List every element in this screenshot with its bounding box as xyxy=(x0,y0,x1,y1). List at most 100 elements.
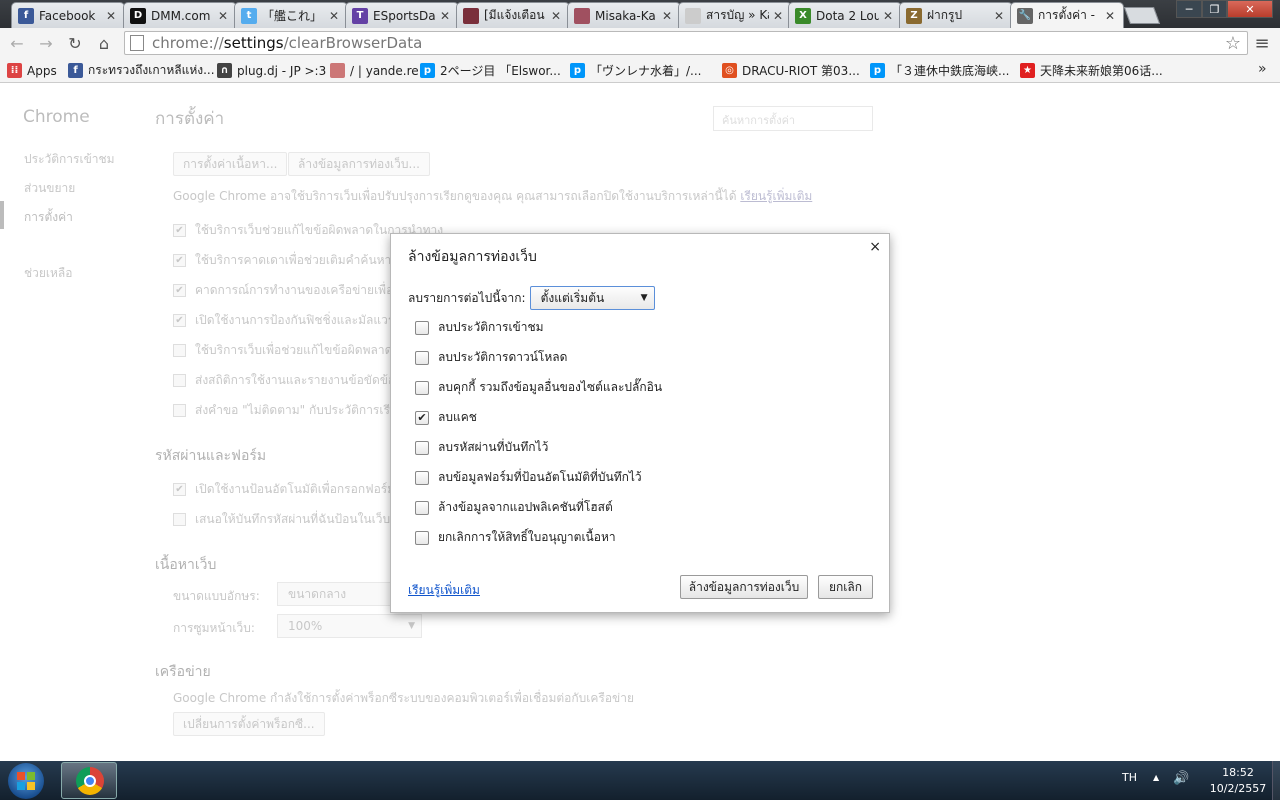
address-bar[interactable]: chrome://settings/clearBrowserData ☆ xyxy=(124,31,1248,55)
tab-close-icon[interactable]: ✕ xyxy=(994,9,1006,23)
tab-2[interactable]: D DMM.com ✕ xyxy=(123,2,237,28)
reload-button[interactable]: ↻ xyxy=(65,33,85,53)
tab-title: Facebook xyxy=(39,8,96,23)
page-icon xyxy=(685,7,701,24)
bookmark-item[interactable]: p 「ヴンレナ水着」/... xyxy=(570,62,702,79)
start-button[interactable] xyxy=(8,763,44,799)
tab-5[interactable]: [มีแจ้งเตือน ✕ xyxy=(456,2,570,28)
apps-grid-icon: ⁞⁞ xyxy=(7,63,22,78)
bookmark-item[interactable]: / | yande.re xyxy=(330,62,419,79)
dmm-icon: D xyxy=(130,7,146,24)
hamburger-menu-icon: ≡ xyxy=(1254,32,1270,54)
pixiv-icon: p xyxy=(420,63,435,78)
bookmark-item[interactable]: f กระทรวงถึงเกาหลีแห่ง... xyxy=(68,62,215,79)
dialog-close-icon[interactable]: × xyxy=(869,239,881,255)
tab-7[interactable]: สารบัญ » Ka ✕ xyxy=(678,2,792,28)
clear-option-label: ลบคุกกี้ รวมถึงข้อมูลอื่นของไซต์และปลั๊ก… xyxy=(438,380,663,394)
checkbox[interactable]: ✔ xyxy=(415,410,429,425)
bookmark-label: / | yande.re xyxy=(350,63,419,78)
bookmark-item[interactable]: ⁞⁞ Apps xyxy=(7,62,57,79)
wrench-icon: 🔧 xyxy=(1017,7,1033,24)
back-arrow-icon: ← xyxy=(10,33,24,53)
pixiv-icon: p xyxy=(870,63,885,78)
clock[interactable]: 18:52 10/2/2557 xyxy=(1203,766,1273,795)
tab-6[interactable]: Misaka-Ka ✕ xyxy=(567,2,681,28)
clear-option-label: ลบประวัติการเข้าชม xyxy=(438,320,544,334)
tab-close-icon[interactable]: ✕ xyxy=(329,9,341,23)
tab-close-icon[interactable]: ✕ xyxy=(662,9,674,23)
close-window-button[interactable]: ✕ xyxy=(1227,0,1273,18)
windows-logo-icon xyxy=(17,772,25,780)
bookmarks-overflow-chevron-icon[interactable]: » xyxy=(1258,61,1267,77)
clear-option-label: ยกเลิกการให้สิทธิ์ใบอนุญาตเนื้อหา xyxy=(438,530,616,544)
clear-option-row[interactable]: ยกเลิกการให้สิทธิ์ใบอนุญาตเนื้อหา xyxy=(415,528,616,547)
tab-close-icon[interactable]: ✕ xyxy=(106,9,118,23)
windows-logo-blue xyxy=(17,782,25,790)
time-range-label: ลบรายการต่อไปนี้จาก: xyxy=(408,290,526,305)
clear-option-label: ลบแคช xyxy=(438,410,477,424)
bookmark-item[interactable]: ∩ plug.dj - JP >:3 xyxy=(217,62,326,79)
tab-title: Dota 2 Lou xyxy=(816,8,879,23)
clear-option-row[interactable]: ลบข้อมูลฟอร์มที่ป้อนอัตโนมัติที่บันทึกไว… xyxy=(415,468,642,487)
tab-close-icon[interactable]: ✕ xyxy=(883,9,895,23)
image-host-icon: Z xyxy=(906,7,922,24)
tab-close-icon[interactable]: ✕ xyxy=(551,9,563,23)
bookmark-star-icon[interactable]: ☆ xyxy=(1225,33,1241,54)
page-icon xyxy=(130,35,144,51)
tray-overflow-icon[interactable]: ▲ xyxy=(1153,773,1159,782)
checkbox[interactable] xyxy=(415,500,429,515)
checkbox[interactable] xyxy=(415,470,429,485)
home-button[interactable]: ⌂ xyxy=(94,33,114,53)
chrome-logo-center xyxy=(84,775,96,787)
time-range-select[interactable]: ตั้งแต่เริ่มต้น ▼ xyxy=(529,286,655,310)
clear-option-label: ลบรหัสผ่านที่บันทึกไว้ xyxy=(438,440,549,454)
windows-logo-yellow xyxy=(27,782,35,790)
tab-4[interactable]: T ESportsDai ✕ xyxy=(345,2,459,28)
clear-option-row[interactable]: ✔ ลบแคช xyxy=(415,408,477,427)
show-desktop-button[interactable] xyxy=(1272,761,1280,800)
tab-9[interactable]: Z ฝากรูป ✕ xyxy=(899,2,1013,28)
maximize-button[interactable]: ❐ xyxy=(1202,0,1227,18)
tab-close-icon[interactable]: ✕ xyxy=(773,9,785,23)
checkbox[interactable] xyxy=(415,380,429,395)
tab-10[interactable]: 🔧 การตั้งค่า - ✕ xyxy=(1010,2,1124,28)
checkbox[interactable] xyxy=(415,530,429,545)
clear-option-row[interactable]: ล้างข้อมูลจากแอปพลิเคชันที่โฮสต์ xyxy=(415,498,613,517)
checkbox[interactable] xyxy=(415,320,429,335)
tab-close-icon[interactable]: ✕ xyxy=(1105,9,1117,23)
bookmark-item[interactable]: ◎ DRACU-RIOT 第03... xyxy=(722,62,860,79)
tab-close-icon[interactable]: ✕ xyxy=(218,9,230,23)
clear-option-row[interactable]: ลบประวัติการเข้าชม xyxy=(415,318,544,337)
avatar-icon xyxy=(574,7,590,24)
tab-title: DMM.com xyxy=(151,8,211,23)
bookmark-item[interactable]: p 「３連休中鉄底海峡... xyxy=(870,62,1009,79)
volume-icon[interactable]: 🔊 xyxy=(1173,771,1189,786)
checkbox[interactable] xyxy=(415,440,429,455)
clear-option-label: ลบข้อมูลฟอร์มที่ป้อนอัตโนมัติที่บันทึกไว… xyxy=(438,470,642,484)
clock-date: 10/2/2557 xyxy=(1209,782,1267,795)
minimize-button[interactable]: ─ xyxy=(1176,0,1202,18)
clear-option-row[interactable]: ลบคุกกี้ รวมถึงข้อมูลอื่นของไซต์และปลั๊ก… xyxy=(415,378,662,397)
clear-browsing-data-confirm-button[interactable]: ล้างข้อมูลการท่องเว็บ xyxy=(680,575,808,599)
checkbox[interactable] xyxy=(415,350,429,365)
bookmark-item[interactable]: p 2ページ目 「Elswor... xyxy=(420,62,561,79)
chrome-logo-icon xyxy=(76,767,104,795)
facebook-icon: f xyxy=(18,7,34,24)
back-button[interactable]: ← xyxy=(7,33,27,53)
clear-option-row[interactable]: ลบรหัสผ่านที่บันทึกไว้ xyxy=(415,438,548,457)
chrome-menu-button[interactable]: ≡ xyxy=(1252,32,1272,54)
forward-button[interactable]: → xyxy=(36,33,56,53)
bookmark-item[interactable]: ★ 天降未来新娘第06话... xyxy=(1020,62,1163,79)
chrome-taskbar-button[interactable] xyxy=(61,762,117,799)
tab-8[interactable]: X Dota 2 Lou ✕ xyxy=(788,2,902,28)
language-indicator[interactable]: TH xyxy=(1122,771,1137,784)
tab-3[interactable]: t 「艦これ」 ✕ xyxy=(234,2,348,28)
dialog-learn-more-link[interactable]: เรียนรู้เพิ่มเติม xyxy=(408,581,480,600)
new-tab-button[interactable] xyxy=(1123,7,1161,24)
url-scheme: chrome:// xyxy=(152,34,224,52)
tab-title: [มีแจ้งเตือน xyxy=(484,8,545,22)
cancel-button[interactable]: ยกเลิก xyxy=(818,575,873,599)
tab-close-icon[interactable]: ✕ xyxy=(440,9,452,23)
clear-option-row[interactable]: ลบประวัติการดาวน์โหลด xyxy=(415,348,567,367)
tab-1[interactable]: f Facebook ✕ xyxy=(11,2,125,28)
